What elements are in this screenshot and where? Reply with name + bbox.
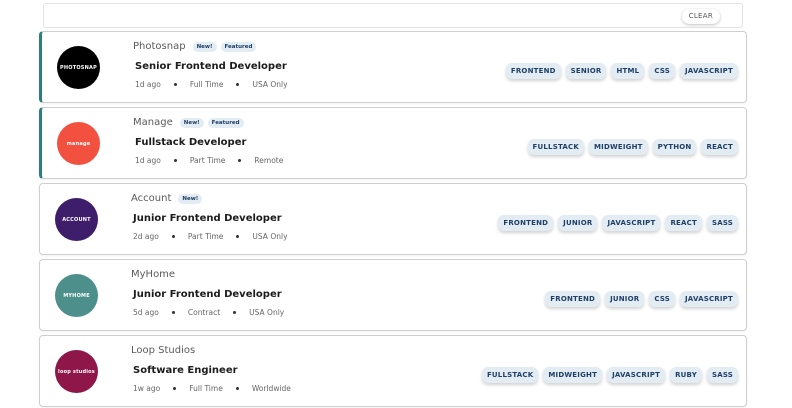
job-listing[interactable]: manage Manage New! Featured Fullstack De… — [39, 107, 747, 179]
new-badge: New! — [179, 117, 204, 128]
separator-dot — [236, 83, 240, 86]
location: USA Only — [252, 232, 288, 241]
company-name: Photosnap — [133, 41, 186, 52]
tag[interactable]: SASS — [706, 215, 738, 231]
posted-at: 1d ago — [135, 156, 161, 165]
location: Remote — [254, 156, 284, 165]
company-logo: loop studios — [55, 350, 98, 393]
new-badge: New! — [178, 193, 203, 204]
job-meta: 5d ago Contract USA Only — [133, 308, 284, 317]
tag-list: FRONTEND JUNIOR JAVASCRIPT REACT SASS — [498, 215, 738, 231]
posted-at: 1w ago — [133, 384, 161, 393]
posted-at: 2d ago — [133, 232, 159, 241]
tag[interactable]: MIDWEIGHT — [588, 139, 648, 155]
tag[interactable]: JUNIOR — [605, 291, 645, 307]
company-name: Manage — [133, 117, 173, 128]
company-name: Account — [131, 193, 172, 204]
tag[interactable]: FRONTEND — [505, 63, 561, 79]
job-listing[interactable]: loop studios Loop Studios Software Engin… — [39, 335, 747, 407]
new-badge: New! — [192, 41, 217, 52]
tag[interactable]: JAVASCRIPT — [602, 215, 661, 231]
tag[interactable]: JAVASCRIPT — [680, 63, 738, 79]
location: USA Only — [252, 80, 288, 89]
company-logo: ACCOUNT — [55, 198, 98, 241]
separator-dot — [235, 387, 239, 390]
position-title[interactable]: Junior Frontend Developer — [133, 213, 282, 224]
tag[interactable]: FULLSTACK — [481, 367, 539, 383]
separator-dot — [173, 387, 177, 390]
separator-dot — [171, 311, 175, 314]
position-title[interactable]: Junior Frontend Developer — [133, 289, 282, 300]
featured-badge: Featured — [207, 117, 244, 128]
job-meta: 2d ago Part Time USA Only — [133, 232, 288, 241]
contract-type: Part Time — [187, 232, 224, 241]
tag[interactable]: JAVASCRIPT — [680, 291, 738, 307]
tag-list: FULLSTACK MIDWEIGHT JAVASCRIPT RUBY SASS — [481, 367, 738, 383]
job-listing[interactable]: MYHOME MyHome Junior Frontend Developer … — [39, 259, 747, 331]
tag-list: FRONTEND JUNIOR CSS JAVASCRIPT — [545, 291, 738, 307]
tag[interactable]: JAVASCRIPT — [607, 367, 666, 383]
company-logo: PHOTOSNAP — [57, 46, 100, 89]
tag[interactable]: SASS — [706, 367, 738, 383]
separator-dot — [173, 83, 177, 86]
job-listing[interactable]: PHOTOSNAP Photosnap New! Featured Senior… — [39, 31, 747, 103]
contract-type: Full Time — [189, 384, 223, 393]
tag[interactable]: PYTHON — [652, 139, 697, 155]
company-logo: MYHOME — [55, 274, 98, 317]
tag[interactable]: REACT — [701, 139, 738, 155]
company-name: MyHome — [131, 269, 176, 280]
featured-badge: Featured — [220, 41, 257, 52]
job-meta: 1w ago Full Time Worldwide — [133, 384, 291, 393]
company-name: Loop Studios — [131, 345, 196, 356]
tag[interactable]: SENIOR — [565, 63, 607, 79]
separator-dot — [238, 159, 242, 162]
position-title[interactable]: Fullstack Developer — [135, 137, 246, 148]
tag[interactable]: HTML — [611, 63, 645, 79]
company-logo: manage — [57, 122, 100, 165]
job-listing[interactable]: ACCOUNT Account New! Junior Frontend Dev… — [39, 183, 747, 255]
tag[interactable]: FRONTEND — [545, 291, 601, 307]
tag[interactable]: FULLSTACK — [527, 139, 584, 155]
tag[interactable]: CSS — [649, 291, 675, 307]
tag[interactable]: FRONTEND — [498, 215, 554, 231]
contract-type: Contract — [187, 308, 221, 317]
contract-type: Part Time — [189, 156, 226, 165]
tag-list: FULLSTACK MIDWEIGHT PYTHON REACT — [527, 139, 738, 155]
posted-at: 1d ago — [135, 80, 161, 89]
contract-type: Full Time — [189, 80, 224, 89]
tag[interactable]: CSS — [649, 63, 675, 79]
separator-dot — [236, 235, 240, 238]
tag[interactable]: REACT — [665, 215, 702, 231]
tag-list: FRONTEND SENIOR HTML CSS JAVASCRIPT — [505, 63, 738, 79]
separator-dot — [173, 159, 177, 162]
position-title[interactable]: Senior Frontend Developer — [135, 61, 287, 72]
posted-at: 5d ago — [133, 308, 159, 317]
tag[interactable]: RUBY — [670, 367, 702, 383]
tag[interactable]: JUNIOR — [558, 215, 598, 231]
separator-dot — [233, 311, 237, 314]
job-meta: 1d ago Full Time USA Only — [135, 80, 288, 89]
job-meta: 1d ago Part Time Remote — [135, 156, 283, 165]
location: USA Only — [249, 308, 285, 317]
tag[interactable]: MIDWEIGHT — [543, 367, 603, 383]
location: Worldwide — [251, 384, 291, 393]
clear-button[interactable]: CLEAR — [681, 9, 720, 24]
position-title[interactable]: Software Engineer — [133, 365, 238, 376]
filter-bar: CLEAR — [43, 3, 743, 28]
separator-dot — [171, 235, 175, 238]
